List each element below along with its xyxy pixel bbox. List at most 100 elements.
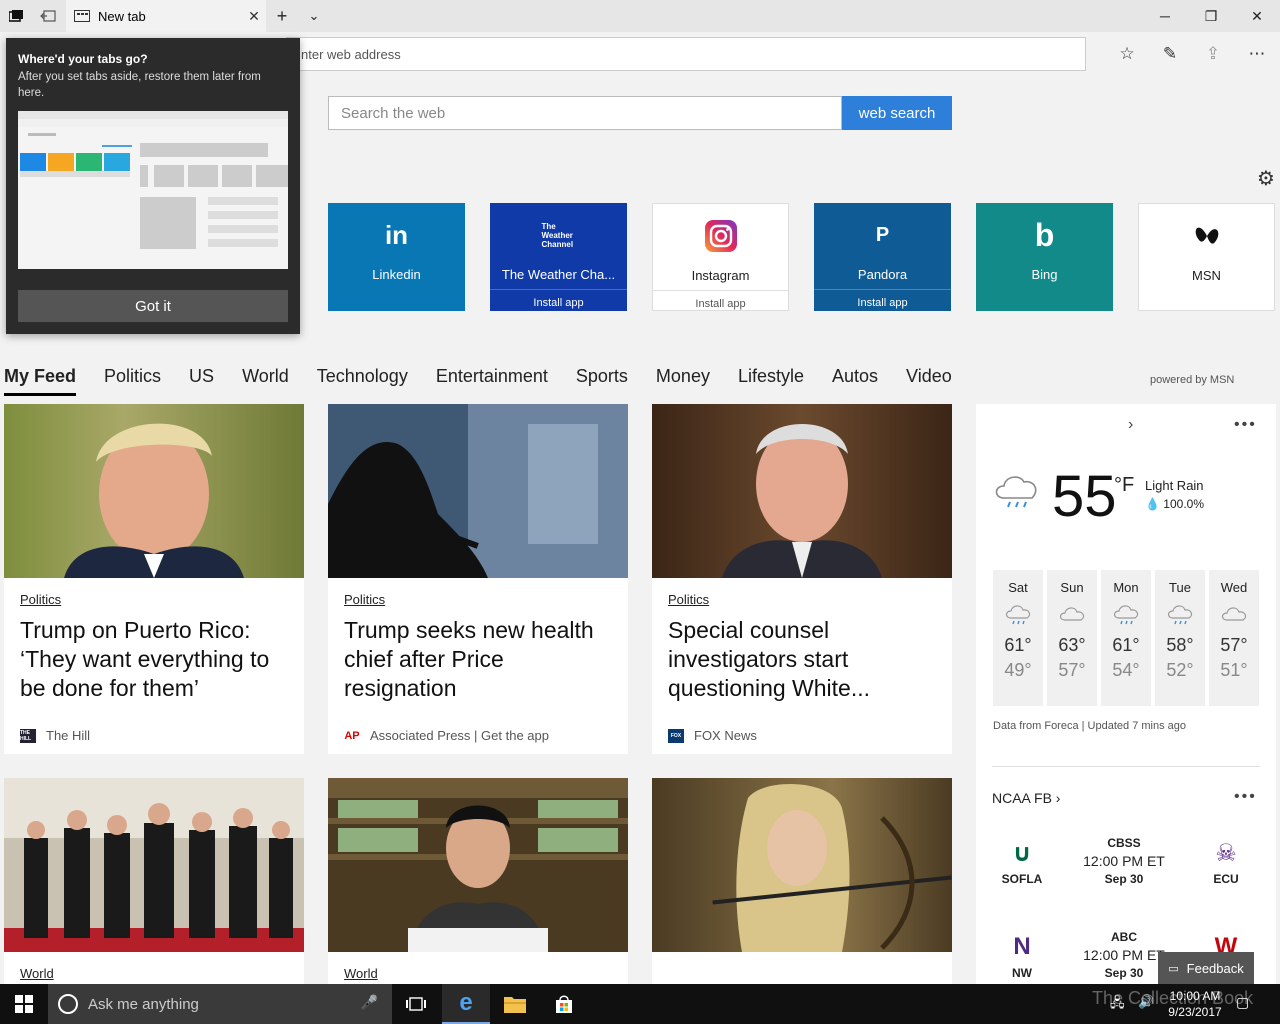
ap-logo: AP (344, 729, 360, 742)
team-home[interactable]: ∪ SOFLA (992, 834, 1052, 887)
start-button[interactable] (0, 984, 48, 1024)
ncaa-title-text: NCAA FB (992, 790, 1052, 806)
tab-lifestyle[interactable]: Lifestyle (738, 366, 804, 396)
address-input[interactable]: nter web address (286, 37, 1086, 71)
card-category[interactable]: World (20, 966, 54, 981)
the-hill-logo: THE HILL (20, 728, 36, 743)
card-source-name: FOX News (694, 728, 757, 743)
news-card[interactable]: Politics Trump seeks new health chief af… (328, 404, 628, 754)
tab-sports[interactable]: Sports (576, 366, 628, 396)
card-category[interactable]: Politics (668, 592, 709, 607)
volume-icon[interactable]: 🔊 (1138, 994, 1154, 1010)
feed-nav: My Feed Politics US World Technology Ent… (4, 366, 980, 396)
precipitation: 💧 100.0% (1145, 497, 1204, 511)
feedback-button[interactable]: ▭ Feedback (1158, 952, 1254, 984)
card-category[interactable]: Politics (20, 592, 61, 607)
share-icon[interactable]: ⇪ (1200, 42, 1226, 66)
news-card[interactable]: Politics Trump on Puerto Rico: ‘They wan… (4, 404, 304, 754)
file-explorer-icon[interactable] (491, 984, 539, 1024)
northwestern-logo-icon: N (1013, 933, 1031, 960)
chevron-right-icon[interactable]: › (1128, 416, 1133, 434)
cloud-icon (1209, 595, 1259, 635)
tab-autos[interactable]: Autos (832, 366, 878, 396)
store-icon[interactable] (540, 984, 588, 1024)
top-site-pandora[interactable]: P Pandora Install app (814, 203, 951, 311)
cortana-placeholder: Ask me anything (88, 995, 199, 1013)
news-card[interactable]: Politics Special counsel investigators s… (652, 404, 952, 754)
network-icon[interactable]: 🖧 (1110, 994, 1125, 1016)
team-away[interactable]: ☠ ECU (1196, 834, 1256, 887)
top-site-label: Linkedin (372, 267, 421, 282)
tab-preview-chevron-icon[interactable]: ⌄ (304, 6, 324, 26)
action-center-icon[interactable]: ▢ (1236, 994, 1256, 1014)
weather-channel-icon: The Weather Channel (541, 221, 574, 249)
got-it-button[interactable]: Got it (18, 290, 288, 322)
edge-browser-icon[interactable]: e (442, 984, 490, 1024)
close-tab-icon[interactable]: ✕ (242, 8, 266, 25)
fox-news-logo: FOX (668, 728, 684, 743)
top-site-instagram[interactable]: Instagram Install app (652, 203, 789, 311)
ncaa-more-icon[interactable]: ••• (1234, 788, 1257, 806)
install-app-link[interactable]: Install app (653, 290, 788, 310)
forecast-day[interactable]: Sun 63° 57° (1047, 570, 1097, 706)
tab-video[interactable]: Video (906, 366, 952, 396)
web-search-button[interactable]: web search (842, 96, 952, 130)
web-note-pen-icon[interactable]: ✎ (1157, 42, 1183, 66)
ncaa-title[interactable]: NCAA FB › (992, 790, 1060, 806)
powered-by-msn: powered by MSN (1150, 374, 1235, 386)
favorites-star-icon[interactable]: ☆ (1114, 42, 1140, 66)
tab-my-feed[interactable]: My Feed (4, 366, 77, 396)
task-view-icon[interactable] (392, 984, 440, 1024)
temperature-unit[interactable]: °F (1114, 474, 1134, 497)
microphone-icon[interactable]: 🎤 (361, 994, 378, 1011)
card-category[interactable]: Politics (344, 592, 385, 607)
game-info[interactable]: CBSS 12:00 PM ET Sep 30 (1074, 836, 1174, 886)
forecast-day[interactable]: Sat 61° 49° (993, 570, 1043, 706)
tab-technology[interactable]: Technology (317, 366, 408, 396)
cortana-search-box[interactable]: Ask me anything 🎤 (48, 984, 392, 1024)
forecast-day[interactable]: Wed 57° 51° (1209, 570, 1259, 706)
tabs-aside-icon[interactable] (6, 6, 26, 26)
install-app-link[interactable]: Install app (814, 289, 951, 309)
top-site-weather-channel[interactable]: The Weather Channel The Weather Cha... I… (490, 203, 627, 311)
forecast-high: 61° (1004, 635, 1032, 655)
more-options-icon[interactable]: ⋯ (1244, 42, 1270, 66)
new-tab-plus-icon[interactable]: + (272, 6, 292, 26)
top-site-msn[interactable]: MSN (1138, 203, 1275, 311)
forecast-day[interactable]: Mon 61° 54° (1101, 570, 1151, 706)
rain-cloud-icon (992, 470, 1042, 510)
tab-politics[interactable]: Politics (104, 366, 161, 396)
raindrop-icon: 💧 (1145, 497, 1160, 511)
close-window-button[interactable]: ✕ (1234, 0, 1280, 32)
team-home[interactable]: N NW (992, 928, 1052, 980)
search-input[interactable]: Search the web (328, 96, 842, 130)
card-category[interactable]: World (344, 966, 378, 981)
card-headline[interactable]: Trump seeks new health chief after Price… (344, 616, 619, 703)
forecast-high: 58° (1166, 635, 1194, 655)
install-app-link[interactable]: Install app (490, 289, 627, 309)
tab-world[interactable]: World (242, 366, 289, 396)
show-tabs-aside-icon[interactable] (38, 6, 58, 26)
news-card[interactable] (652, 778, 952, 984)
top-site-linkedin[interactable]: in Linkedin (328, 203, 465, 311)
minimize-button[interactable]: ─ (1142, 0, 1188, 32)
card-source: AP Associated Press | Get the app (344, 728, 549, 743)
news-card[interactable]: World (4, 778, 304, 984)
tab-entertainment[interactable]: Entertainment (436, 366, 548, 396)
top-site-bing[interactable]: b Bing (976, 203, 1113, 311)
restore-button[interactable]: ❐ (1188, 0, 1234, 32)
tab-us[interactable]: US (189, 366, 214, 396)
card-source: THE HILL The Hill (20, 728, 90, 743)
clock[interactable]: 10:00 AM 9/23/2017 (1160, 988, 1230, 1020)
forecast-day[interactable]: Tue 58° 52° (1155, 570, 1205, 706)
weather-more-icon[interactable]: ••• (1234, 416, 1257, 434)
cortana-icon (58, 994, 78, 1014)
gear-icon[interactable]: ⚙ (1254, 166, 1278, 190)
news-card[interactable]: World (328, 778, 628, 984)
card-headline[interactable]: Special counsel investigators start ques… (668, 616, 943, 703)
tab-money[interactable]: Money (656, 366, 710, 396)
card-headline[interactable]: Trump on Puerto Rico: ‘They want everyth… (20, 616, 295, 703)
tab-new-tab[interactable]: New tab ✕ (66, 0, 266, 32)
top-site-label: Bing (1031, 267, 1058, 282)
windows-logo-icon (15, 995, 33, 1013)
